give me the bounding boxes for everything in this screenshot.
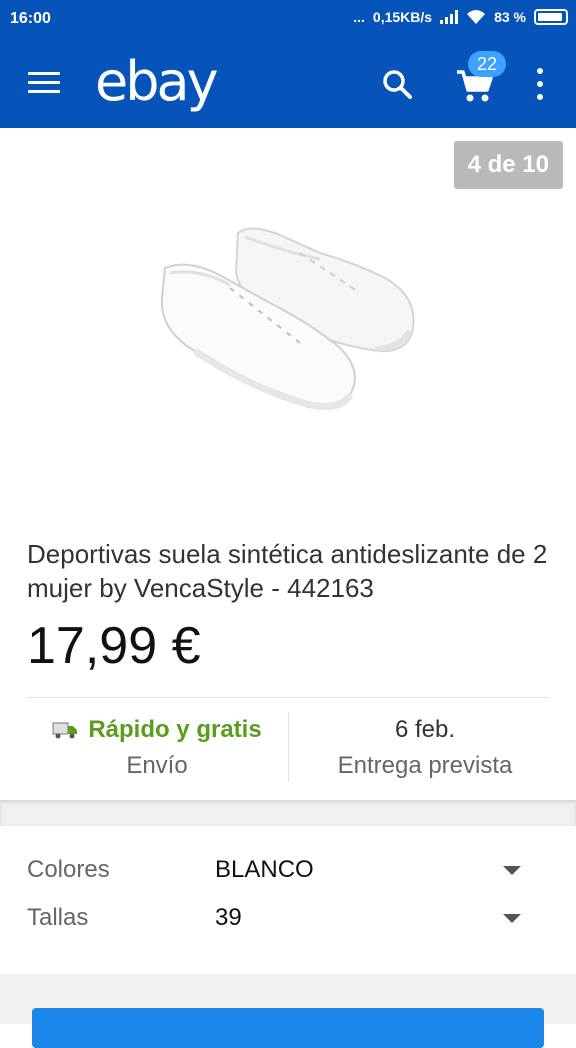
size-label: Tallas xyxy=(27,904,89,931)
delivery-info[interactable]: 6 feb. Entrega prevista xyxy=(289,712,561,782)
status-time: 16:00 xyxy=(10,10,51,27)
status-dots: ... xyxy=(353,9,365,25)
search-icon[interactable] xyxy=(381,68,413,100)
variation-options: Colores BLANCO Tallas 39 xyxy=(0,826,576,974)
dropdown-arrow-icon[interactable] xyxy=(503,866,521,875)
color-value[interactable]: BLANCO xyxy=(215,856,314,884)
dropdown-arrow-icon[interactable] xyxy=(503,914,521,923)
shipping-info[interactable]: Rápido y gratis Envío xyxy=(27,712,287,782)
color-select[interactable]: Colores BLANCO xyxy=(0,850,576,890)
battery-icon xyxy=(534,9,568,25)
app-bar: ebay 22 xyxy=(0,38,576,128)
section-separator xyxy=(0,800,576,826)
size-select[interactable]: Tallas 39 xyxy=(0,898,576,938)
status-icons: ... 0,15KB/s 83 % xyxy=(353,9,568,25)
signal-icon xyxy=(440,10,459,24)
product-title: Deportivas suela sintética antideslizant… xyxy=(27,539,548,603)
more-vert-icon[interactable] xyxy=(534,68,546,100)
image-counter: 4 de 10 xyxy=(453,141,563,189)
wifi-icon xyxy=(467,10,486,24)
menu-icon[interactable] xyxy=(28,72,60,94)
shipping-title: Rápido y gratis xyxy=(88,716,262,743)
size-value[interactable]: 39 xyxy=(215,904,242,932)
color-label: Colores xyxy=(27,856,110,883)
product-image[interactable] xyxy=(150,223,420,413)
product-price: 17,99 € xyxy=(27,617,201,675)
buy-button[interactable] xyxy=(32,1008,544,1048)
shipping-subtitle: Envío xyxy=(126,752,188,779)
divider xyxy=(27,697,549,698)
network-speed: 0,15KB/s xyxy=(372,9,433,25)
product-image-gallery[interactable]: 4 de 10 xyxy=(0,128,576,520)
status-bar: 16:00 ... 0,15KB/s 83 % xyxy=(0,0,576,38)
truck-icon xyxy=(52,722,78,739)
delivery-subtitle: Entrega prevista xyxy=(337,752,513,779)
delivery-date: 6 feb. xyxy=(394,716,456,743)
ebay-logo[interactable]: ebay xyxy=(95,50,219,113)
cart-badge[interactable]: 22 xyxy=(468,51,506,77)
battery-percent: 83 % xyxy=(494,9,526,25)
